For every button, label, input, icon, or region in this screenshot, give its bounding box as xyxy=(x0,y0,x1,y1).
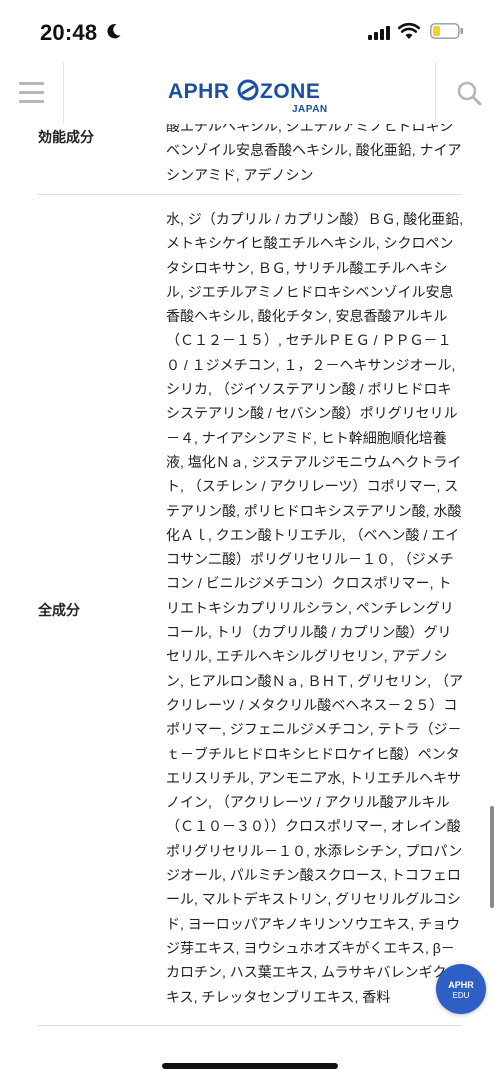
aphr-edu-badge[interactable]: APHR EDU xyxy=(436,964,486,1014)
logo-text-right: ZONE xyxy=(260,80,321,103)
battery-icon xyxy=(430,23,463,39)
row-value-active: 酸エチルヘキシル, ジエチルアミノヒドロキシベンゾイル安息香酸ヘキシル, 酸化亜… xyxy=(166,124,462,183)
row-divider xyxy=(38,1025,462,1026)
row-label-active: 効能成分 xyxy=(38,129,94,145)
cellular-signal-icon xyxy=(368,26,390,40)
brand-logo[interactable]: APHR ZONE JAPAN xyxy=(168,76,338,118)
ingredient-table: 効能成分 酸エチルヘキシル, ジエチルアミノヒドロキシベンゾイル安息香酸ヘキシル… xyxy=(0,124,500,1044)
moon-icon xyxy=(107,23,121,39)
home-indicator[interactable] xyxy=(162,1063,338,1069)
logo-text-left: APHR xyxy=(168,80,230,103)
search-button[interactable] xyxy=(435,62,500,124)
badge-label: APHR xyxy=(448,980,474,990)
status-bar: 20:48 xyxy=(0,0,500,62)
row-label-full: 全成分 xyxy=(38,602,80,618)
wifi-icon xyxy=(398,22,420,39)
site-header: APHR ZONE JAPAN xyxy=(0,62,500,124)
scrollbar[interactable] xyxy=(490,806,494,908)
badge-sublabel: EDU xyxy=(452,991,470,1000)
search-icon xyxy=(457,81,482,106)
status-time: 20:48 xyxy=(40,20,98,45)
logo-subtitle: JAPAN xyxy=(292,104,328,115)
menu-button[interactable] xyxy=(0,62,64,124)
row-value-full: 水, ジ（カプリル / カプリン酸）ＢＧ, 酸化亜鉛, メトキシケイヒ酸エチルヘ… xyxy=(166,211,464,1005)
row-divider xyxy=(38,194,462,195)
logo-mark-icon xyxy=(237,79,259,101)
